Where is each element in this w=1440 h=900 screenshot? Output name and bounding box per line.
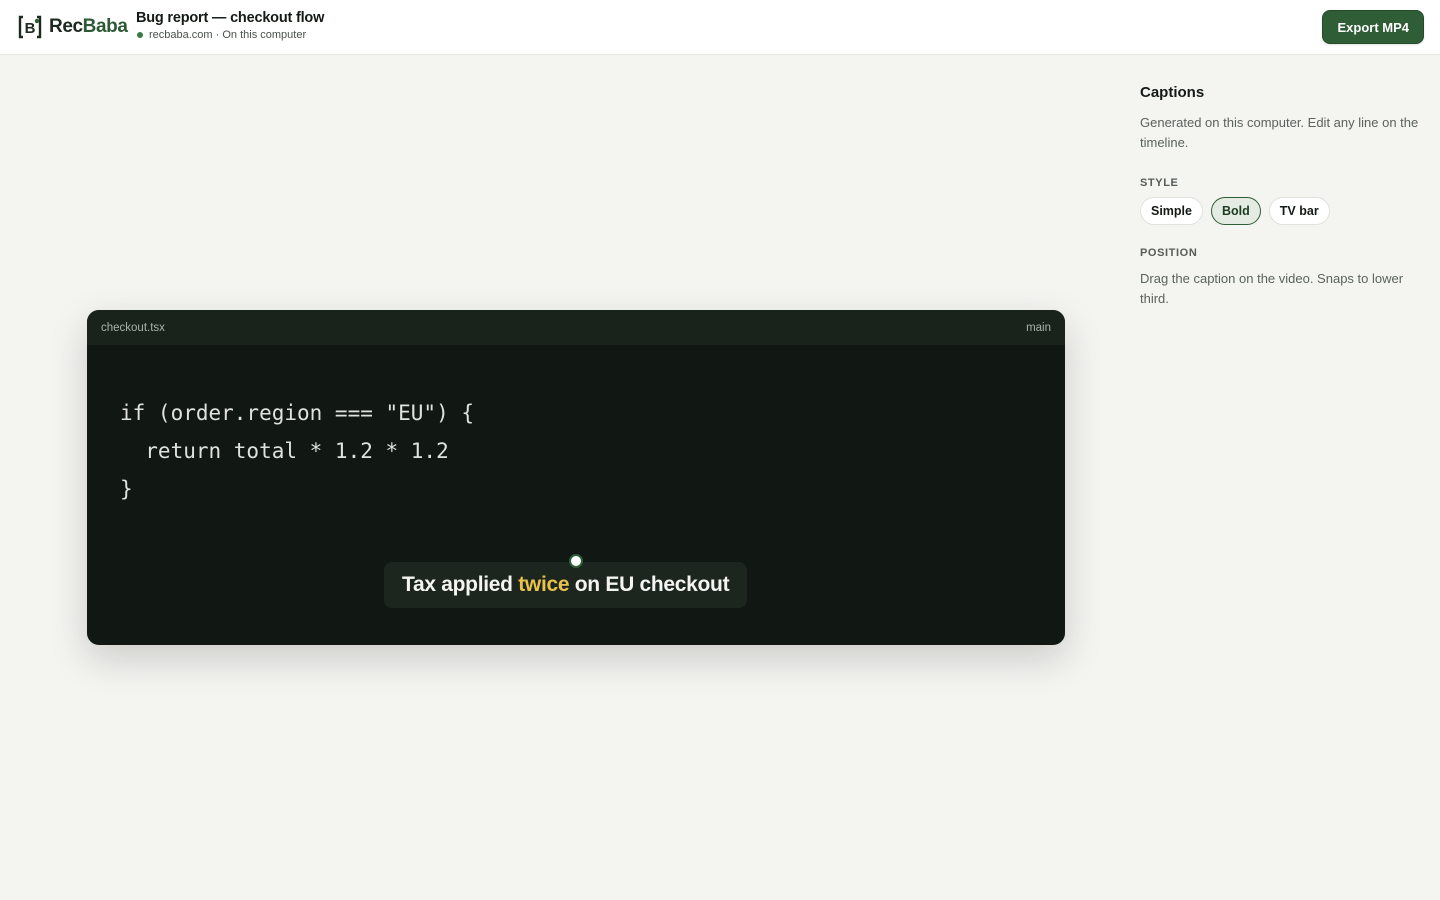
app-logo[interactable]: B RecBaba [16,13,128,41]
position-label: POSITION [1140,247,1198,259]
caption-text-after: on EU checkout [569,573,730,596]
code-line: return total * 1.2 * 1.2 [120,439,449,463]
style-simple-chip[interactable]: Simple [1140,197,1203,225]
panel-description: Generated on this computer. Edit any lin… [1140,115,1419,150]
caption-overlay[interactable]: Tax applied twice on EU checkout [384,562,748,608]
document-location-text: recbaba.com · On this computer [149,29,307,41]
position-description: Drag the caption on the video. Snaps to … [1140,271,1404,306]
document-title[interactable]: Bug report — checkout flow [136,10,324,26]
file-name: checkout.tsx [101,321,165,334]
recbaba-logo-icon: B [16,13,44,41]
style-tv-bar-chip[interactable]: TV bar [1268,197,1330,225]
document-location: recbaba.com · On this computer [136,29,324,41]
code-line: } [120,477,133,501]
editor-tab-bar: checkout.tsx main [87,310,1065,345]
caption-drag-handle[interactable] [569,554,583,568]
style-bold-chip[interactable]: Bold [1211,197,1261,225]
caption-highlight: twice [518,573,570,596]
panel-title: Captions [1140,84,1205,101]
svg-text:B: B [25,20,36,37]
code-block: if (order.region === "EU") { return tota… [120,394,474,508]
document-info: Bug report — checkout flow recbaba.com ·… [136,10,324,41]
code-line: if (order.region === "EU") { [120,401,475,425]
logo-wordmark: RecBaba [49,16,128,37]
video-preview[interactable]: checkout.tsx main if (order.region === "… [87,310,1065,645]
top-bar: B RecBaba Bug report — checkout flow rec… [0,0,1440,55]
export-mp4-button[interactable]: Export MP4 [1322,10,1424,44]
local-status-dot-icon [137,32,143,38]
style-label: STYLE [1140,177,1179,189]
caption-text-before: Tax applied [402,573,519,596]
branch-name: main [1026,321,1051,334]
style-options: Simple Bold TV bar [1140,197,1420,225]
captions-panel: Captions Generated on this computer. Edi… [1140,84,1420,309]
